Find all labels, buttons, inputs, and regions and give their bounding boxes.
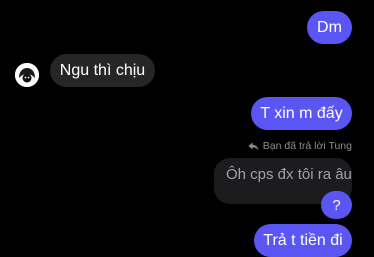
reply-arrow-icon xyxy=(248,142,259,150)
message-text: Trả t tiền đi xyxy=(263,231,343,249)
reply-context-label: Bạn đã trả lời Tung xyxy=(248,140,352,152)
message-bubble-sent[interactable]: T xin m đấy xyxy=(251,97,352,130)
message-text: Dm xyxy=(317,18,342,36)
message-text: ? xyxy=(332,196,341,214)
message-bubble-sent[interactable]: ? xyxy=(321,191,352,219)
quoted-message-text: Ôh cps đx tôi ra âu xyxy=(226,166,352,183)
message-bubble-sent[interactable]: Dm xyxy=(307,11,352,44)
avatar-image xyxy=(15,63,39,87)
reply-label-text: Bạn đã trả lời Tung xyxy=(262,140,352,152)
message-text: T xin m đấy xyxy=(260,104,343,122)
message-bubble-received[interactable]: Ngu thì chịu xyxy=(50,54,155,87)
avatar[interactable] xyxy=(15,63,39,87)
message-bubble-sent[interactable]: Trả t tiền đi xyxy=(254,224,352,257)
message-text: Ngu thì chịu xyxy=(59,61,146,79)
